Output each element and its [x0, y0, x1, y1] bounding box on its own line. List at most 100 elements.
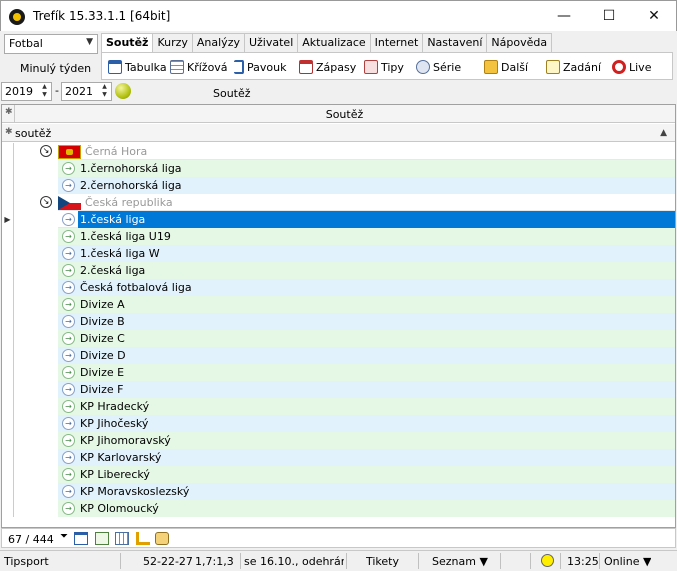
league-row[interactable]: → KP Jihočeský: [2, 415, 675, 432]
row-header: [2, 279, 14, 296]
tab-uzivatel[interactable]: Uživatel: [243, 33, 299, 52]
tabulka-button[interactable]: Tabulka: [108, 58, 167, 76]
league-row[interactable]: → Divize A: [2, 296, 675, 313]
grid-rows: ↘ Černá Hora → 1.černohorská liga → 2.če…: [2, 143, 675, 517]
zadani-button[interactable]: Zadání: [546, 58, 601, 76]
tab-analyzy[interactable]: Analýzy: [191, 33, 245, 52]
clear-filter-icon[interactable]: [155, 532, 169, 545]
collapse-icon[interactable]: ↘: [40, 145, 52, 157]
country-row[interactable]: ↘ Černá Hora: [2, 143, 675, 160]
league-row[interactable]: → Divize F: [2, 381, 675, 398]
tennis-ball-icon[interactable]: [115, 83, 131, 99]
league-row[interactable]: → KP Hradecký: [2, 398, 675, 415]
country-row[interactable]: ↘ Česká republika: [2, 194, 675, 211]
league-label: KP Jihočeský: [80, 417, 149, 430]
sort-up-icon[interactable]: ▲: [660, 128, 667, 138]
league-row[interactable]: → Divize B: [2, 313, 675, 330]
sport-select[interactable]: Fotbal ▼: [4, 34, 98, 54]
edit-icon[interactable]: [136, 532, 150, 545]
columns-icon[interactable]: [115, 532, 129, 545]
sport-select-value: Fotbal: [9, 37, 43, 50]
row-header: [2, 330, 14, 347]
league-row[interactable]: → 2.černohorská liga: [2, 177, 675, 194]
list-dropdown[interactable]: Seznam ▼: [432, 555, 488, 568]
league-row[interactable]: → 1.černohorská liga: [2, 160, 675, 177]
maximize-button[interactable]: ☐: [586, 1, 632, 31]
dalsi-button[interactable]: Další: [484, 58, 528, 76]
league-label: 1.česká liga U19: [80, 230, 171, 243]
row-header: [2, 313, 14, 330]
league-row[interactable]: → KP Karlovarský: [2, 449, 675, 466]
tipy-button[interactable]: Tipy: [364, 58, 404, 76]
league-label: KP Hradecký: [80, 400, 150, 413]
row-header: [2, 296, 14, 313]
league-row[interactable]: → 1.česká liga U19: [2, 228, 675, 245]
tab-internet[interactable]: Internet: [369, 33, 424, 52]
year-to-stepper[interactable]: 2021 ▲ ▼: [61, 82, 112, 101]
arrow-right-icon: →: [62, 417, 75, 430]
filter-label: Soutěž: [213, 87, 251, 100]
tickets-button[interactable]: Tikety: [366, 555, 399, 568]
league-row[interactable]: → 1.česká liga W: [2, 245, 675, 262]
krizova-button[interactable]: Křížová: [170, 58, 228, 76]
pavouk-button[interactable]: Pavouk: [234, 58, 286, 76]
filter-icon[interactable]: ⏷: [60, 531, 74, 544]
league-row-selected[interactable]: ▶ → 1.česká liga: [2, 211, 675, 228]
odds-label: 1,7:1,3: [195, 555, 234, 568]
league-row[interactable]: → Divize D: [2, 347, 675, 364]
row-header: [2, 177, 14, 194]
spin-arrows-icon[interactable]: ▲ ▼: [99, 83, 110, 100]
arrow-right-icon: →: [62, 179, 75, 192]
row-header: [2, 228, 14, 245]
row-header: [2, 381, 14, 398]
tab-nastaveni[interactable]: Nastavení: [422, 33, 488, 52]
live-button[interactable]: Live: [612, 58, 651, 76]
collapse-icon[interactable]: ↘: [40, 196, 52, 208]
zapasy-button[interactable]: Zápasy: [299, 58, 356, 76]
arrow-right-icon: →: [62, 349, 75, 362]
zadani-label: Zadání: [563, 60, 602, 74]
add-row-icon[interactable]: [95, 532, 109, 545]
league-label: KP Jihomoravský: [80, 434, 171, 447]
minimize-button[interactable]: —: [541, 1, 587, 31]
spin-arrows-icon[interactable]: ▲ ▼: [39, 83, 50, 100]
arrow-right-icon: →: [62, 383, 75, 396]
arrow-right-icon: →: [62, 400, 75, 413]
league-row[interactable]: → 2.česká liga: [2, 262, 675, 279]
league-row[interactable]: → Česká fotbalová liga: [2, 279, 675, 296]
row-header: [2, 364, 14, 381]
column-header-soutez[interactable]: Soutěž: [14, 108, 675, 121]
serie-button[interactable]: Série: [416, 58, 461, 76]
year-range-dash: -: [55, 84, 59, 97]
row-header: [2, 245, 14, 262]
tab-napoveda[interactable]: Nápověda: [486, 33, 553, 52]
bracket-icon: [234, 60, 244, 74]
folder-icon: [484, 60, 498, 74]
competition-grid[interactable]: ✱ Soutěž ✱ soutěž ▲ ↘ Černá Hora → 1.čer…: [1, 104, 676, 528]
tab-soutez[interactable]: Soutěž: [101, 33, 154, 53]
league-row[interactable]: → Divize C: [2, 330, 675, 347]
year-from-stepper[interactable]: 2019 ▲ ▼: [1, 82, 52, 101]
tab-kurzy[interactable]: Kurzy: [152, 33, 193, 52]
league-row[interactable]: → KP Moravskoslezský: [2, 483, 675, 500]
grid-icon: [170, 60, 184, 74]
league-row[interactable]: → Divize E: [2, 364, 675, 381]
league-row[interactable]: → KP Liberecký: [2, 466, 675, 483]
close-button[interactable]: ✕: [631, 1, 677, 31]
live-icon: [612, 60, 626, 74]
row-header: [2, 143, 14, 160]
grid-header: ✱ Soutěž: [2, 105, 675, 123]
bookmaker-label[interactable]: Tipsport: [4, 555, 114, 568]
table-icon[interactable]: [74, 532, 88, 545]
league-row[interactable]: → KP Jihomoravský: [2, 432, 675, 449]
league-row[interactable]: → KP Olomoucký: [2, 500, 675, 517]
flag-montenegro-icon: [58, 145, 81, 159]
row-header: [2, 347, 14, 364]
arrow-right-icon: →: [62, 468, 75, 481]
arrow-right-icon: →: [62, 366, 75, 379]
tab-aktualizace[interactable]: Aktualizace: [297, 33, 371, 52]
row-header: [2, 449, 14, 466]
flag-czech-icon: [58, 196, 81, 210]
period-label[interactable]: Minulý týden: [20, 62, 91, 75]
online-dropdown[interactable]: Online ▼: [604, 555, 651, 568]
